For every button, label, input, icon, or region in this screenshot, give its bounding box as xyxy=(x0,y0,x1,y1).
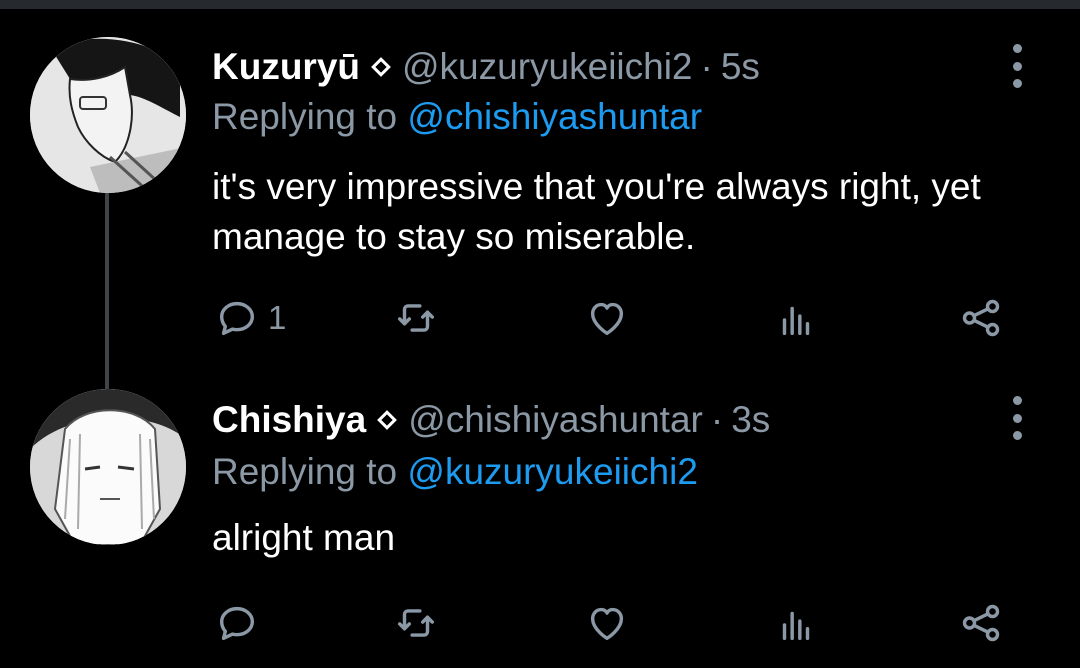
replying-to-label: Replying to xyxy=(212,451,398,492)
share-icon xyxy=(962,604,1000,642)
analytics-button[interactable] xyxy=(773,598,819,648)
retweet-button[interactable] xyxy=(393,293,439,343)
avatar[interactable] xyxy=(30,389,186,545)
tweet-kuzuryu[interactable]: Kuzuryū @kuzuryukeiichi2 · 5s Replying to @… xyxy=(0,0,1080,370)
avatar-chishiya-image xyxy=(30,389,186,545)
reply-button[interactable]: 1 xyxy=(214,293,286,343)
replying-to-line: Replying to @chishiyashuntar xyxy=(212,97,702,137)
tweet-header: Kuzuryū @kuzuryukeiichi2 · 5s xyxy=(212,47,760,87)
author-name[interactable]: Kuzuryū xyxy=(212,46,360,87)
reply-count: 1 xyxy=(268,299,287,336)
like-icon xyxy=(590,607,624,641)
replying-to-handle[interactable]: @kuzuryukeiichi2 xyxy=(407,451,698,492)
replying-to-handle[interactable]: @chishiyashuntar xyxy=(407,96,702,137)
author-name[interactable]: Chishiya xyxy=(212,399,366,440)
replying-to-label: Replying to xyxy=(212,96,398,137)
timestamp[interactable]: 5s xyxy=(721,46,760,87)
reply-icon xyxy=(219,301,255,336)
author-handle[interactable]: @chishiyashuntar xyxy=(408,399,703,440)
reply-button[interactable] xyxy=(214,598,268,648)
share-icon xyxy=(962,299,1000,337)
timestamp[interactable]: 3s xyxy=(731,399,770,440)
analytics-button[interactable] xyxy=(773,293,819,343)
retweet-icon xyxy=(397,609,435,637)
like-icon xyxy=(590,302,624,336)
action-bar: 1 xyxy=(0,293,1080,343)
tweet-header: Chishiya @chishiyashuntar · 3s xyxy=(212,400,770,440)
retweet-icon xyxy=(397,304,435,332)
separator-dot: · xyxy=(700,46,713,87)
share-button[interactable] xyxy=(958,598,1004,648)
share-button[interactable] xyxy=(958,293,1004,343)
tweet-chishiya[interactable]: Chishiya @chishiyashuntar · 3s Replying to … xyxy=(0,370,1080,668)
like-button[interactable] xyxy=(584,293,630,343)
replying-to-line: Replying to @kuzuryukeiichi2 xyxy=(212,452,698,492)
reply-icon xyxy=(219,606,255,641)
analytics-icon xyxy=(782,306,810,336)
avatar[interactable] xyxy=(30,37,186,193)
tweet-text: it's very impressive that you're always … xyxy=(212,166,981,257)
more-options-icon[interactable] xyxy=(1000,44,1034,88)
more-options-icon[interactable] xyxy=(1000,396,1034,440)
action-bar xyxy=(0,598,1080,648)
author-handle[interactable]: @kuzuryukeiichi2 xyxy=(402,46,693,87)
separator-dot: · xyxy=(710,399,724,440)
like-button[interactable] xyxy=(584,598,630,648)
tweet-text: alright man xyxy=(212,517,396,558)
avatar-kuzuryu-image xyxy=(30,37,186,193)
analytics-icon xyxy=(782,611,810,641)
retweet-button[interactable] xyxy=(393,598,439,648)
verified-diamond-icon xyxy=(371,57,391,78)
verified-diamond-icon xyxy=(377,410,398,431)
